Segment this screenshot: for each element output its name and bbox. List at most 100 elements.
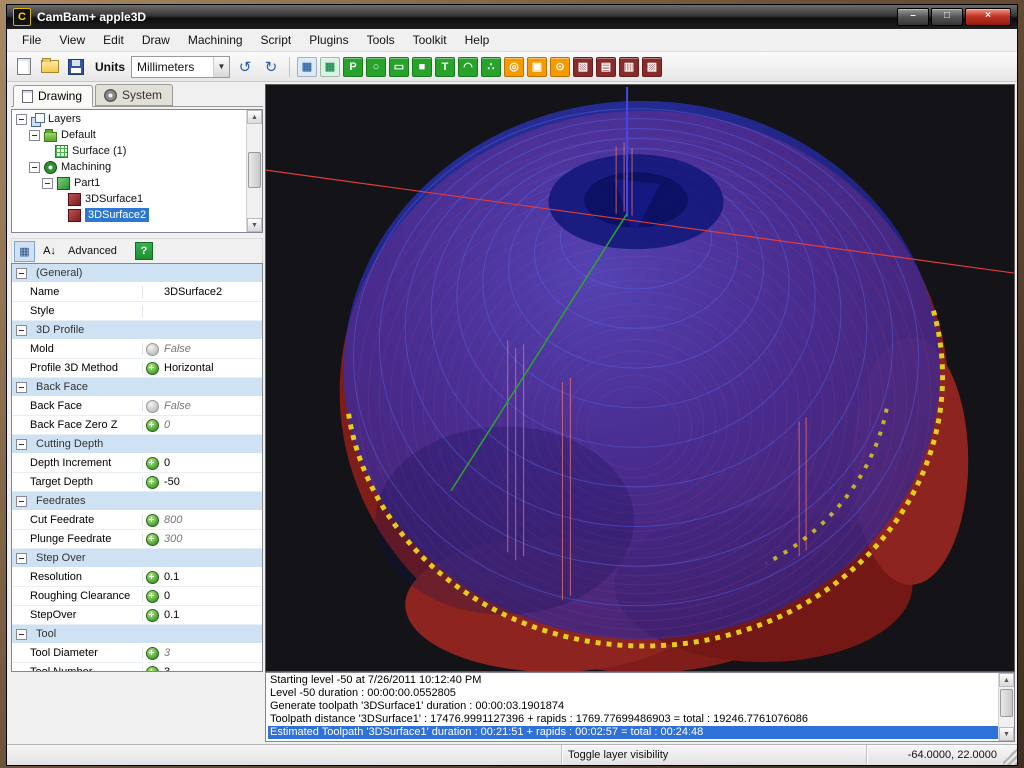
property-value[interactable]: 3 (161, 666, 262, 672)
mop-pocket-icon[interactable]: ◎ (504, 57, 524, 77)
property-value[interactable]: -50 (161, 476, 262, 488)
log-line[interactable]: Starting level -50 at 7/26/2011 10:12:40… (268, 674, 998, 687)
mop-engrave-icon[interactable]: ⊙ (550, 57, 570, 77)
menu-machining[interactable]: Machining (179, 30, 252, 50)
log-line[interactable]: Level -50 duration : 00:00:00.0552805 (268, 687, 998, 700)
property-value[interactable]: False (161, 400, 262, 412)
property-value[interactable]: 300 (161, 533, 262, 545)
categorized-view-button[interactable]: ▦ (14, 241, 35, 262)
tree-item-default[interactable]: Default (13, 127, 246, 143)
collapse-icon[interactable] (16, 268, 27, 279)
save-file-button[interactable] (65, 56, 87, 78)
property-value[interactable]: 0 (161, 419, 262, 431)
draw-arc-icon[interactable]: ◠ (458, 57, 478, 77)
property-value[interactable]: 0.1 (161, 571, 262, 583)
redo-button[interactable]: ↻ (260, 56, 282, 78)
property-value[interactable]: 3 (161, 647, 262, 659)
undo-button[interactable]: ↺ (234, 56, 256, 78)
tree-item-part1[interactable]: Part1 (13, 175, 246, 191)
menu-plugins[interactable]: Plugins (300, 30, 357, 50)
collapse-icon[interactable] (29, 162, 40, 173)
resize-grip[interactable] (1003, 745, 1017, 765)
property-row-resolution[interactable]: Resolution0.1 (12, 568, 262, 587)
mop-3dsurface-icon[interactable]: ▧ (573, 57, 593, 77)
maximize-button[interactable]: □ (931, 8, 963, 26)
property-category-tool[interactable]: Tool (12, 625, 262, 644)
menu-help[interactable]: Help (456, 30, 499, 50)
minimize-button[interactable]: – (897, 8, 929, 26)
open-file-button[interactable] (39, 56, 61, 78)
advanced-toggle[interactable]: Advanced (68, 245, 117, 257)
mop-drill-icon[interactable]: ▥ (619, 57, 639, 77)
viewport-3d[interactable] (265, 84, 1015, 672)
collapse-icon[interactable] (16, 553, 27, 564)
log-line[interactable]: Toolpath distance '3DSurface1' : 17476.9… (268, 713, 998, 726)
collapse-icon[interactable] (16, 325, 27, 336)
tree-scrollbar[interactable]: ▲ ▼ (246, 110, 262, 232)
property-value[interactable]: 0 (161, 457, 262, 469)
scroll-up-icon[interactable]: ▲ (999, 673, 1014, 687)
property-category-feedrates[interactable]: Feedrates (12, 492, 262, 511)
draw-rect-icon[interactable]: ▭ (389, 57, 409, 77)
scroll-down-icon[interactable]: ▼ (247, 218, 262, 232)
draw-polyline-icon[interactable]: P (343, 57, 363, 77)
tab-system[interactable]: System (95, 84, 173, 106)
draw-text-icon[interactable]: T (435, 57, 455, 77)
property-row-roughing-clearance[interactable]: Roughing Clearance0 (12, 587, 262, 606)
collapse-icon[interactable] (29, 130, 40, 141)
property-row-target-depth[interactable]: Target Depth-50 (12, 473, 262, 492)
tree-scrollbar-thumb[interactable] (248, 152, 261, 188)
new-file-button[interactable] (13, 56, 35, 78)
property-value[interactable]: 0 (161, 590, 262, 602)
log-line[interactable]: Generate toolpath '3DSurface1' duration … (268, 700, 998, 713)
log-line[interactable]: Estimated Toolpath '3DSurface1' duration… (268, 726, 998, 739)
alphabetical-sort-button[interactable]: A↓ (39, 241, 60, 262)
log-scrollbar-thumb[interactable] (1000, 689, 1013, 717)
menu-script[interactable]: Script (252, 30, 301, 50)
log-scrollbar[interactable]: ▲ ▼ (998, 673, 1014, 741)
tree-item-surface-1[interactable]: Surface (1) (13, 143, 246, 159)
snap-grid-icon[interactable]: ▦ (320, 57, 340, 77)
menu-draw[interactable]: Draw (133, 30, 179, 50)
property-row-plunge-feedrate[interactable]: Plunge Feedrate300 (12, 530, 262, 549)
menu-tools[interactable]: Tools (358, 30, 404, 50)
tree-item-machining[interactable]: Machining (13, 159, 246, 175)
property-row-tool-diameter[interactable]: Tool Diameter3 (12, 644, 262, 663)
property-row-name[interactable]: Name3DSurface2 (12, 283, 262, 302)
tree-item-3dsurface2[interactable]: 3DSurface2 (13, 207, 246, 223)
draw-points-icon[interactable]: ∴ (481, 57, 501, 77)
property-row-tool-number[interactable]: Tool Number3 (12, 663, 262, 672)
mop-lathe-icon[interactable]: ▤ (596, 57, 616, 77)
property-row-back-face-zero-z[interactable]: Back Face Zero Z0 (12, 416, 262, 435)
property-category-general[interactable]: (General) (12, 264, 262, 283)
property-category-back-face[interactable]: Back Face (12, 378, 262, 397)
draw-square-icon[interactable]: ■ (412, 57, 432, 77)
menu-file[interactable]: File (13, 30, 50, 50)
property-category-3d-profile[interactable]: 3D Profile (12, 321, 262, 340)
property-row-profile-3d-method[interactable]: Profile 3D MethodHorizontal (12, 359, 262, 378)
chevron-down-icon[interactable]: ▼ (213, 57, 229, 77)
menu-toolkit[interactable]: Toolkit (404, 30, 456, 50)
property-value[interactable]: 3DSurface2 (161, 286, 262, 298)
tree-item-3dsurface1[interactable]: 3DSurface1 (13, 191, 246, 207)
property-row-back-face[interactable]: Back FaceFalse (12, 397, 262, 416)
tree-item-layers[interactable]: Layers (13, 111, 246, 127)
property-category-step-over[interactable]: Step Over (12, 549, 262, 568)
property-row-style[interactable]: Style (12, 302, 262, 321)
collapse-icon[interactable] (16, 496, 27, 507)
property-value[interactable]: 0.1 (161, 609, 262, 621)
collapse-icon[interactable] (16, 114, 27, 125)
mop-script-icon[interactable]: ▨ (642, 57, 662, 77)
menu-edit[interactable]: Edit (94, 30, 133, 50)
scroll-down-icon[interactable]: ▼ (999, 727, 1014, 741)
collapse-icon[interactable] (16, 629, 27, 640)
property-row-mold[interactable]: MoldFalse (12, 340, 262, 359)
menu-view[interactable]: View (50, 30, 94, 50)
property-row-depth-increment[interactable]: Depth Increment0 (12, 454, 262, 473)
units-dropdown[interactable]: Millimeters ▼ (131, 56, 230, 78)
title-bar[interactable]: C CamBam+ apple3D – □ × (7, 5, 1017, 29)
scroll-up-icon[interactable]: ▲ (247, 110, 262, 124)
collapse-icon[interactable] (16, 439, 27, 450)
draw-circle-icon[interactable]: ○ (366, 57, 386, 77)
collapse-icon[interactable] (16, 382, 27, 393)
